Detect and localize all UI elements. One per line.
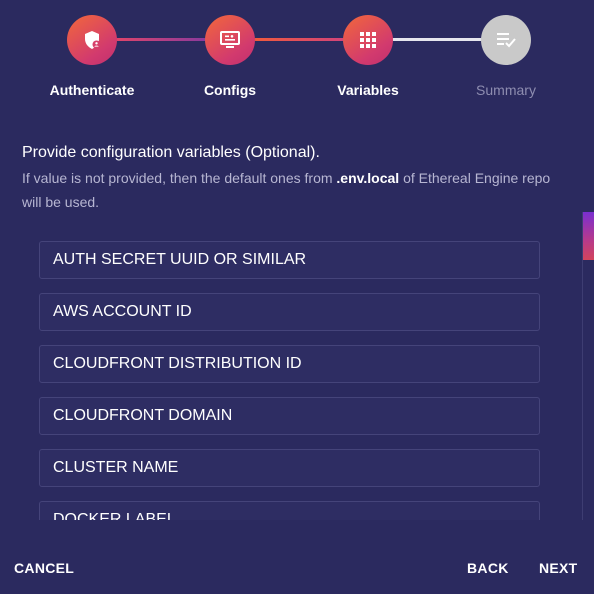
back-button[interactable]: BACK [467, 560, 509, 576]
scrollbar-thumb[interactable] [583, 212, 594, 260]
cloudfront-domain-input[interactable] [40, 398, 539, 434]
setup-wizard-dialog: Authenticate Configs Variables Summary P… [0, 0, 594, 594]
variable-field [39, 241, 540, 279]
variable-field [39, 501, 540, 520]
description-prefix: If value is not provided, then the defau… [22, 170, 337, 186]
step-authenticate[interactable] [67, 15, 117, 65]
step-label-authenticate: Authenticate [49, 82, 135, 98]
grid-icon [359, 31, 377, 49]
shield-user-icon [82, 30, 102, 50]
variable-field [39, 345, 540, 383]
step-connector-1 [116, 38, 206, 41]
step-connector-3 [392, 38, 482, 41]
docker-label-input[interactable] [40, 502, 539, 520]
step-summary[interactable] [481, 15, 531, 65]
step-configs[interactable] [205, 15, 255, 65]
step-label-summary: Summary [476, 82, 536, 98]
scrollbar-track[interactable] [582, 212, 594, 520]
next-button[interactable]: NEXT [539, 560, 578, 576]
checklist-icon [495, 31, 517, 49]
monitor-settings-icon [219, 30, 241, 50]
cluster-name-input[interactable] [40, 450, 539, 486]
auth-secret-input[interactable] [40, 242, 539, 278]
step-label-variables: Variables [337, 82, 399, 98]
aws-account-id-input[interactable] [40, 294, 539, 330]
variable-field [39, 397, 540, 435]
section-heading: Provide configuration variables (Optiona… [22, 144, 320, 161]
variable-field [39, 449, 540, 487]
step-connector-2 [254, 38, 344, 41]
env-file-highlight: .env.local [336, 170, 400, 186]
cancel-button[interactable]: CANCEL [14, 560, 74, 576]
stepper: Authenticate Configs Variables Summary [0, 0, 594, 110]
step-label-configs: Configs [203, 82, 257, 98]
step-variables[interactable] [343, 15, 393, 65]
cloudfront-distribution-id-input[interactable] [40, 346, 539, 382]
section-description: If value is not provided, then the defau… [22, 166, 572, 214]
variable-field [39, 293, 540, 331]
variables-list[interactable] [38, 240, 544, 520]
